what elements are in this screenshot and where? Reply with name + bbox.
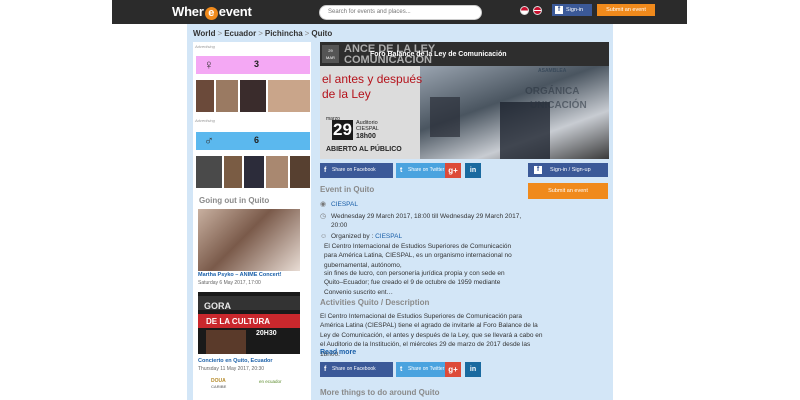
event-datetime: Wednesday 29 March 2017, 18:00 till Wedn… — [331, 213, 522, 229]
more-things-title: More things to do around Quito — [320, 388, 440, 397]
banner-date-block: marzo 29 Auditorio CIESPAL 18h00 — [326, 116, 416, 144]
event-date: Saturday 6 May 2017, 17:00 — [198, 280, 261, 286]
activities-section-title: Activities Quito / Description — [320, 298, 430, 307]
badge-month: MAR — [326, 55, 335, 60]
submit-event-button[interactable]: Submit an event — [528, 183, 608, 199]
linkedin-icon[interactable]: in — [465, 163, 481, 178]
partner-logo[interactable]: DOUA CARIBE — [211, 378, 226, 390]
top-bar: Wher e event Search for events and places.… — [112, 0, 687, 24]
banner-subtitle: el antes y después de la Ley — [322, 72, 422, 102]
share-facebook-button[interactable]: f Share on Facebook — [320, 163, 393, 178]
signin-button[interactable]: f Sign-in — [552, 4, 592, 16]
signin-signup-label: Sign-in / Sign-up — [550, 167, 591, 173]
organizer-text: Organized by : CIESPAL — [331, 232, 531, 241]
map-pin-icon: ◉ — [320, 201, 327, 208]
organizer-description: sin fines de lucro, con personería juríd… — [324, 270, 505, 296]
facebook-icon: f — [555, 6, 563, 14]
event-title-link[interactable]: Concierto en Quito, Ecuador — [198, 358, 273, 364]
banner-date-badge: 29 MAR — [322, 45, 339, 63]
logo-text-left: Wher — [172, 4, 204, 19]
banner-venue-line: CIESPAL — [356, 126, 379, 132]
poster-time: 20H30 — [256, 330, 277, 337]
twitter-icon: t — [400, 167, 403, 174]
advertising-label: Advertising — [195, 44, 215, 49]
badge-day: 29 — [328, 48, 333, 53]
share-facebook-label: Share on Facebook — [332, 167, 376, 173]
banner-sign-text: UNICACIÓN — [530, 100, 587, 111]
signin-label: Sign-in — [566, 7, 584, 13]
banner-open-text: ABIERTO AL PÚBLICO — [326, 146, 402, 153]
partner-logo-text: CARIBE — [211, 384, 227, 389]
banner-sign-text: ORGÁNICA — [525, 86, 580, 97]
twitter-icon: t — [400, 366, 403, 373]
organizer-description: El Centro Internacional de Estudios Supe… — [324, 243, 512, 269]
main-content: ASAMBLEA ORGÁNICA UNICACIÓN ANCE DE LA L… — [320, 42, 610, 400]
google-plus-icon[interactable]: g+ — [445, 362, 461, 377]
banner-subtitle-line: el antes y después — [322, 72, 423, 86]
banner-subtitle-line: de la Ley — [322, 87, 371, 101]
share-twitter-label: Share on Twitter — [408, 167, 445, 173]
breadcrumb-world[interactable]: World — [193, 29, 216, 38]
breadcrumb-pichincha[interactable]: Pichincha — [265, 29, 303, 38]
facebook-icon: f — [534, 166, 542, 174]
female-members-box[interactable]: ♀ 3 — [196, 56, 310, 74]
female-thumbnails[interactable] — [196, 80, 310, 112]
poster-text: DE LA CULTURA — [206, 317, 270, 326]
language-flag-icon[interactable] — [520, 6, 529, 15]
male-thumbnails[interactable] — [196, 156, 310, 188]
poster-text: GORA — [204, 301, 231, 311]
sidebar: Advertising ♀ 3 Advertising ♂ 6 Going ou… — [193, 42, 311, 400]
event-image[interactable] — [198, 209, 300, 271]
banner-time: 18h00 — [356, 133, 376, 140]
logo[interactable]: Wher e event — [172, 4, 252, 20]
organizer-link[interactable]: CIESPAL — [375, 233, 402, 240]
language-flag-icon[interactable] — [533, 6, 542, 15]
event-title-link[interactable]: Martha Psyko – ANIME Concert! — [198, 272, 282, 278]
facebook-icon: f — [324, 366, 327, 373]
share-facebook-button[interactable]: f Share on Facebook — [320, 362, 393, 377]
female-count: 3 — [254, 59, 260, 69]
banner-sign-text: ASAMBLEA — [538, 68, 567, 74]
signin-signup-button[interactable]: f Sign-in / Sign-up — [528, 163, 608, 177]
banner-title: Foro Balance de la Ley de Comunicación — [370, 51, 507, 58]
clock-icon: ◷ — [320, 213, 327, 220]
share-twitter-label: Share on Twitter — [408, 366, 445, 372]
breadcrumb: World > Ecuador > Pichincha > Quito — [193, 29, 333, 38]
going-out-heading: Going out in Quito — [199, 196, 270, 205]
read-more-link[interactable]: Read more — [320, 349, 356, 356]
female-icon: ♀ — [204, 57, 214, 72]
user-icon: ☺ — [320, 233, 328, 240]
banner-day: 29 — [332, 120, 353, 140]
breadcrumb-ecuador[interactable]: Ecuador — [224, 29, 256, 38]
male-count: 6 — [254, 135, 260, 145]
breadcrumb-quito[interactable]: Quito — [311, 29, 332, 38]
advertising-label: Advertising — [195, 118, 215, 123]
banner-venue: Auditorio CIESPAL — [356, 120, 379, 132]
event-banner-image[interactable]: ASAMBLEA ORGÁNICA UNICACIÓN ANCE DE LA L… — [320, 42, 609, 159]
event-section-title: Event in Quito — [320, 185, 375, 194]
linkedin-icon[interactable]: in — [465, 362, 481, 377]
male-icon: ♂ — [204, 133, 214, 148]
partner-logo[interactable]: en ecuador — [259, 379, 282, 384]
logo-text-right: event — [218, 4, 252, 19]
logo-pin-icon: e — [204, 7, 218, 20]
search-input[interactable]: Search for events and places... — [319, 5, 482, 20]
male-members-box[interactable]: ♂ 6 — [196, 132, 310, 150]
submit-event-button[interactable]: Submit an event — [597, 4, 655, 16]
organized-by-label: Organized by : — [331, 233, 374, 240]
event-image[interactable]: GORA DE LA CULTURA 20H30 — [198, 292, 300, 354]
event-date: Thursday 11 May 2017, 20:30 — [198, 366, 265, 372]
venue-link[interactable]: CIESPAL — [331, 200, 531, 209]
share-facebook-label: Share on Facebook — [332, 366, 376, 372]
google-plus-icon[interactable]: g+ — [445, 163, 461, 178]
facebook-icon: f — [324, 167, 327, 174]
